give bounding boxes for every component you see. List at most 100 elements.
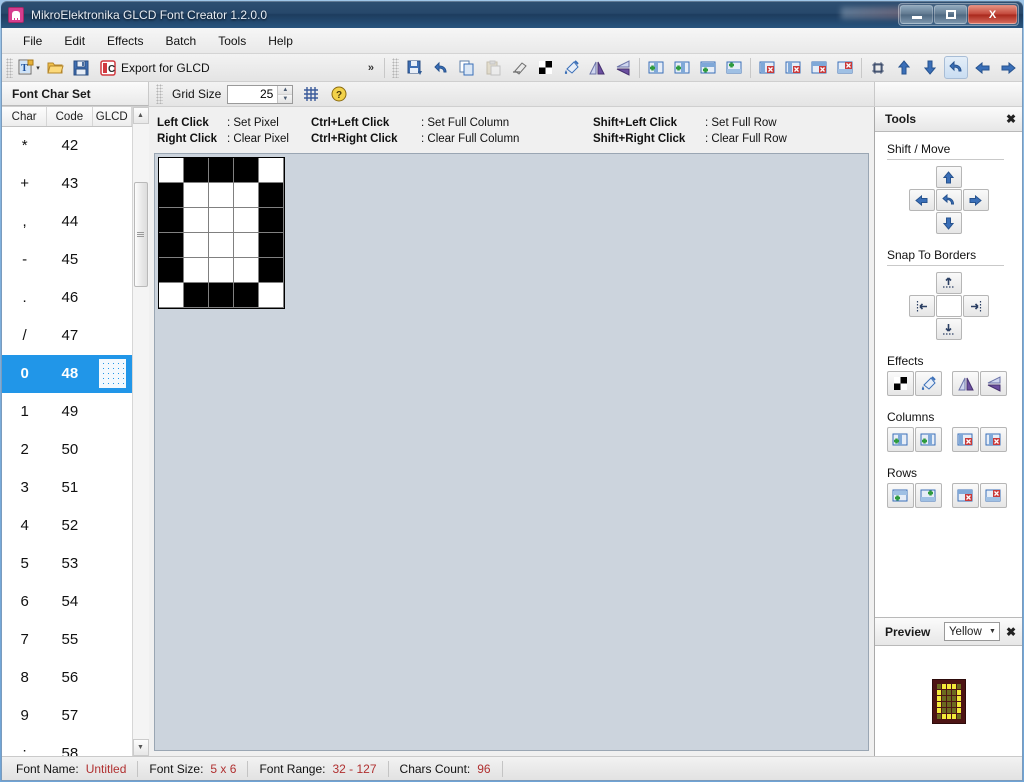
shift-left-icon[interactable]	[970, 56, 994, 79]
delete-column-right-icon[interactable]	[980, 427, 1007, 452]
flip-vertical-icon[interactable]	[611, 56, 635, 79]
snap-left-icon[interactable]	[909, 295, 935, 317]
char-row-52[interactable]: 452	[2, 507, 132, 545]
pixel-2-4[interactable]	[209, 258, 234, 283]
close-icon[interactable]: ✖	[1006, 112, 1016, 126]
char-row-46[interactable]: .46	[2, 279, 132, 317]
insert-row-top-icon[interactable]	[696, 56, 720, 79]
grid-size-stepper[interactable]: ▲ ▼	[227, 85, 293, 104]
char-row-49[interactable]: 149	[2, 393, 132, 431]
pixel-4-1[interactable]	[259, 183, 284, 208]
pixel-0-5[interactable]	[159, 283, 184, 308]
grid-size-up-arrow[interactable]: ▲	[278, 86, 292, 95]
menu-item-batch[interactable]: Batch	[155, 31, 208, 51]
snap-right-icon[interactable]	[963, 295, 989, 317]
char-row-51[interactable]: 351	[2, 469, 132, 507]
pixel-2-2[interactable]	[209, 208, 234, 233]
rotate-reset-icon[interactable]	[944, 56, 968, 79]
flip-vertical-icon[interactable]	[980, 371, 1007, 396]
delete-column-left-icon[interactable]	[952, 427, 979, 452]
scroll-up-button[interactable]: ▲	[133, 107, 149, 124]
pixel-0-4[interactable]	[159, 258, 184, 283]
char-row-55[interactable]: 755	[2, 621, 132, 659]
pixel-1-0[interactable]	[184, 158, 209, 183]
pixel-1-5[interactable]	[184, 283, 209, 308]
help-icon[interactable]: ?	[327, 83, 351, 106]
shift-right-icon[interactable]	[963, 189, 989, 211]
pixel-4-4[interactable]	[259, 258, 284, 283]
pixel-3-5[interactable]	[234, 283, 259, 308]
fill-icon[interactable]	[915, 371, 942, 396]
copy-icon[interactable]	[455, 56, 479, 79]
eraser-icon[interactable]	[507, 56, 531, 79]
char-row-50[interactable]: 250	[2, 431, 132, 469]
maximize-button[interactable]	[934, 5, 967, 24]
menu-item-tools[interactable]: Tools	[207, 31, 257, 51]
pixel-2-1[interactable]	[209, 183, 234, 208]
delete-column-left-icon[interactable]	[755, 56, 779, 79]
close-icon[interactable]: ✖	[1006, 625, 1016, 639]
invert-icon[interactable]	[887, 371, 914, 396]
insert-row-bottom-icon[interactable]	[722, 56, 746, 79]
add-row-bottom-icon[interactable]	[915, 483, 942, 508]
pixel-1-1[interactable]	[184, 183, 209, 208]
char-row-48[interactable]: 048	[2, 355, 132, 393]
chevron-down-icon[interactable]: ▼	[989, 628, 996, 635]
pixel-1-2[interactable]	[184, 208, 209, 233]
fill-icon[interactable]	[559, 56, 583, 79]
char-row-45[interactable]: -45	[2, 241, 132, 279]
delete-column-right-icon[interactable]	[781, 56, 805, 79]
delete-row-bottom-icon[interactable]	[980, 483, 1007, 508]
save-button[interactable]	[69, 56, 93, 79]
snap-top-icon[interactable]	[936, 272, 962, 294]
shift-down-icon[interactable]	[936, 212, 962, 234]
shift-up-icon[interactable]	[936, 166, 962, 188]
shift-left-icon[interactable]	[909, 189, 935, 211]
toolbar-grip[interactable]	[6, 58, 13, 78]
pixel-3-2[interactable]	[234, 208, 259, 233]
char-row-57[interactable]: 957	[2, 697, 132, 735]
pixel-4-3[interactable]	[259, 233, 284, 258]
grid-toolbar-grip[interactable]	[156, 84, 163, 104]
rotate-reset-icon[interactable]	[936, 189, 962, 211]
char-row-43[interactable]: +43	[2, 165, 132, 203]
add-column-left-icon[interactable]	[887, 427, 914, 452]
pixel-4-0[interactable]	[259, 158, 284, 183]
pixel-1-4[interactable]	[184, 258, 209, 283]
delete-row-bottom-icon[interactable]	[833, 56, 857, 79]
pixel-4-2[interactable]	[259, 208, 284, 233]
menu-item-file[interactable]: File	[12, 31, 53, 51]
add-row-top-icon[interactable]	[887, 483, 914, 508]
close-button[interactable]: X	[968, 5, 1017, 24]
preview-color-select[interactable]: Yellow ▼	[944, 622, 1000, 641]
open-button[interactable]	[43, 56, 67, 79]
export-for-glcd-button[interactable]: C Export for GLCD	[95, 56, 218, 79]
char-row-54[interactable]: 654	[2, 583, 132, 621]
char-row-56[interactable]: 856	[2, 659, 132, 697]
pixel-3-4[interactable]	[234, 258, 259, 283]
menu-item-edit[interactable]: Edit	[53, 31, 96, 51]
pixel-0-0[interactable]	[159, 158, 184, 183]
flip-horizontal-icon[interactable]	[585, 56, 609, 79]
minimize-button[interactable]	[900, 5, 933, 24]
undo-icon[interactable]	[429, 56, 453, 79]
menu-item-effects[interactable]: Effects	[96, 31, 154, 51]
shift-down-icon[interactable]	[918, 56, 942, 79]
char-row-53[interactable]: 553	[2, 545, 132, 583]
scroll-thumb[interactable]	[134, 182, 148, 287]
invert-icon[interactable]	[533, 56, 557, 79]
pixel-2-3[interactable]	[209, 233, 234, 258]
toolbar-overflow-button[interactable]: »	[362, 62, 380, 74]
scroll-down-button[interactable]: ▼	[133, 739, 149, 756]
char-row-44[interactable]: ,44	[2, 203, 132, 241]
pixel-0-1[interactable]	[159, 183, 184, 208]
char-list[interactable]: *42+43,44-45.46/470481492503514525536547…	[2, 127, 132, 756]
toolbar-grip-2[interactable]	[392, 58, 399, 78]
grid-icon[interactable]	[299, 83, 323, 106]
char-row-47[interactable]: /47	[2, 317, 132, 355]
pixel-2-5[interactable]	[209, 283, 234, 308]
pixel-canvas[interactable]	[154, 153, 869, 751]
menu-item-help[interactable]: Help	[257, 31, 304, 51]
grid-size-arrows[interactable]: ▲ ▼	[277, 86, 292, 103]
snap-bottom-icon[interactable]	[936, 318, 962, 340]
